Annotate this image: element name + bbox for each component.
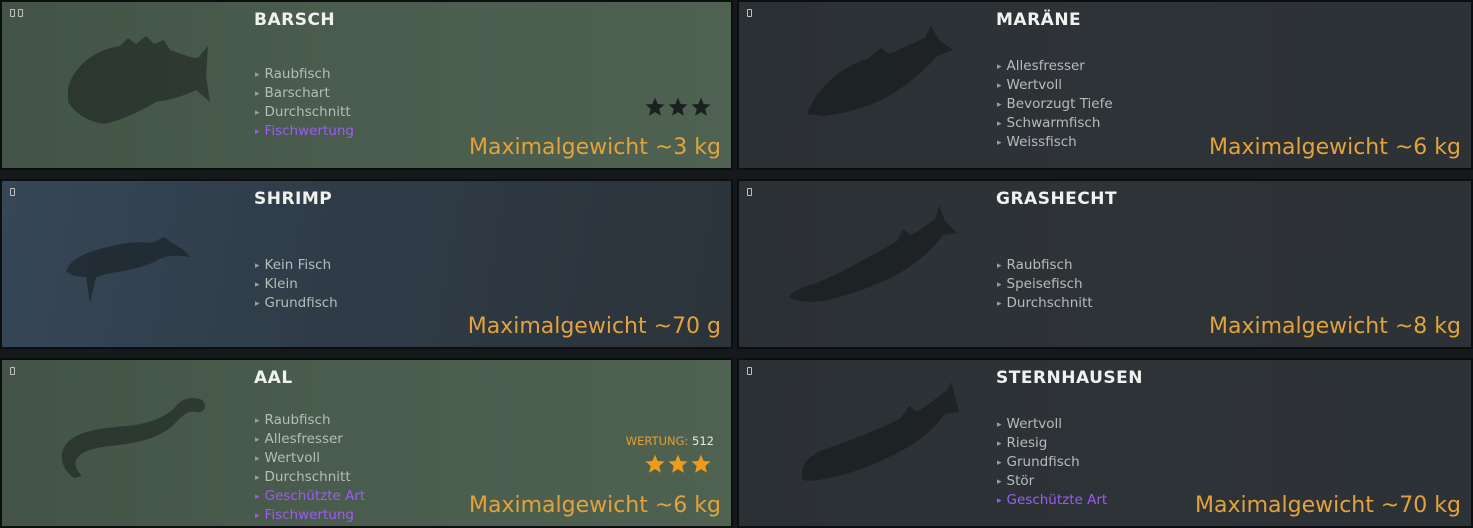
fish-trait-item: Schwarmfisch bbox=[997, 115, 1113, 134]
max-weight: Maximalgewicht ~6 kg bbox=[1208, 135, 1461, 160]
fish-name: MARÄNE bbox=[996, 10, 1082, 30]
fish-trait-item: Raubfisch bbox=[255, 412, 365, 431]
star-rating bbox=[645, 97, 711, 117]
catch-mark-icon bbox=[10, 188, 15, 196]
fish-card-maraene[interactable]: MARÄNE AllesfresserWertvollBevorzugt Tief… bbox=[737, 0, 1473, 170]
max-weight: Maximalgewicht ~3 kg bbox=[468, 135, 721, 160]
fish-traits-list: RaubfischSpeisefischDurchschnitt bbox=[997, 257, 1093, 314]
score-value: 512 bbox=[692, 434, 714, 448]
fish-collection-grid: BARSCHRaubfischBarschartDurchschnittFisc… bbox=[0, 0, 1473, 528]
star-empty-icon bbox=[645, 97, 665, 116]
fish-trait-item: Klein bbox=[255, 276, 338, 295]
fish-trait-item: Raubfisch bbox=[255, 66, 354, 85]
fish-trait-item: Durchschnitt bbox=[255, 104, 354, 123]
fish-trait-item: Bevorzugt Tiefe bbox=[997, 96, 1113, 115]
fish-traits-list: Kein FischKleinGrundfisch bbox=[255, 257, 338, 314]
max-weight: Maximalgewicht ~70 g bbox=[467, 314, 721, 339]
score-label: WERTUNG: bbox=[625, 434, 689, 448]
fish-trait-item: Speisefisch bbox=[997, 276, 1093, 295]
fish-name: BARSCH bbox=[254, 10, 336, 30]
fish-trait-item: Barschart bbox=[255, 85, 354, 104]
fish-trait-item[interactable]: Geschützte Art bbox=[255, 488, 366, 507]
fish-traits-list: WertvollRiesigGrundfischStörGeschützte A… bbox=[997, 416, 1108, 511]
fish-traits-list: RaubfischAllesfresserWertvollDurchschnit… bbox=[255, 412, 366, 526]
fish-trait-item: Wertvoll bbox=[255, 450, 365, 469]
fish-traits-list: RaubfischBarschartDurchschnittFischwertu… bbox=[255, 66, 354, 142]
fish-trait-item: Grundfisch bbox=[255, 295, 338, 314]
fish-score: WERTUNG: 512 bbox=[626, 434, 714, 448]
pike-silhouette-icon bbox=[789, 205, 957, 302]
perch-silhouette-icon bbox=[68, 36, 210, 124]
fish-name: GRASHECHT bbox=[996, 189, 1118, 209]
fish-trait-item: Wertvoll bbox=[997, 77, 1113, 96]
fish-trait-item: Kein Fisch bbox=[255, 257, 338, 276]
fish-trait-item[interactable]: Fischwertung bbox=[255, 123, 354, 142]
fish-card-grashecht[interactable]: GRASHECHT RaubfischSpeisefischDurchschnit… bbox=[737, 179, 1473, 349]
catch-marks bbox=[10, 9, 23, 17]
star-filled-icon bbox=[645, 454, 665, 473]
sturgeon-silhouette-icon bbox=[801, 382, 959, 481]
catch-mark-icon bbox=[747, 367, 752, 375]
catch-marks bbox=[10, 367, 15, 375]
fish-trait-item: Grundfisch bbox=[997, 454, 1107, 473]
catch-mark-icon bbox=[10, 9, 15, 17]
fish-trait-item: Weissfisch bbox=[997, 134, 1113, 153]
catch-mark-icon bbox=[18, 9, 23, 17]
max-weight: Maximalgewicht ~70 kg bbox=[1194, 493, 1461, 518]
catch-mark-icon bbox=[747, 188, 752, 196]
shrimp-silhouette-icon bbox=[66, 237, 190, 303]
fish-trait-item[interactable]: Fischwertung bbox=[255, 507, 365, 526]
star-filled-icon bbox=[691, 454, 711, 473]
catch-marks bbox=[747, 367, 752, 375]
fish-traits-list: AllesfresserWertvollBevorzugt TiefeSchwa… bbox=[997, 58, 1113, 153]
catch-mark-icon bbox=[747, 9, 752, 17]
whitefish-silhouette-icon bbox=[807, 26, 953, 116]
fish-trait-item: Durchschnitt bbox=[255, 469, 365, 488]
star-rating bbox=[645, 454, 711, 474]
fish-trait-item: Allesfresser bbox=[997, 58, 1113, 77]
star-filled-icon bbox=[668, 454, 688, 473]
fish-trait-item: Stör bbox=[997, 473, 1107, 492]
eel-silhouette-icon bbox=[61, 398, 205, 478]
max-weight: Maximalgewicht ~6 kg bbox=[468, 493, 721, 518]
fish-name: STERNHAUSEN bbox=[996, 368, 1144, 388]
catch-marks bbox=[747, 188, 752, 196]
fish-card-aal[interactable]: AAL RaubfischAllesfresserWertvollDurchsch… bbox=[0, 358, 733, 528]
catch-marks bbox=[747, 9, 752, 17]
fish-card-shrimp[interactable]: SHRIMP Kein FischKleinGrundfisch Maximalge… bbox=[0, 179, 733, 349]
star-empty-icon bbox=[691, 97, 711, 116]
fish-name: SHRIMP bbox=[254, 189, 333, 209]
fish-card-sternhausen[interactable]: STERNHAUSEN WertvollRiesigGrundfischStörG… bbox=[737, 358, 1473, 528]
fish-trait-item[interactable]: Geschützte Art bbox=[997, 492, 1108, 511]
fish-trait-item: Durchschnitt bbox=[997, 295, 1093, 314]
fish-trait-item: Riesig bbox=[997, 435, 1107, 454]
fish-card-barsch[interactable]: BARSCH RaubfischBarschartDurchschnittFisc… bbox=[0, 0, 733, 170]
fish-name: AAL bbox=[254, 368, 293, 388]
fish-trait-item: Wertvoll bbox=[997, 416, 1107, 435]
max-weight: Maximalgewicht ~8 kg bbox=[1208, 314, 1461, 339]
star-empty-icon bbox=[668, 97, 688, 116]
catch-mark-icon bbox=[10, 367, 15, 375]
fish-trait-item: Raubfisch bbox=[997, 257, 1093, 276]
fish-trait-item: Allesfresser bbox=[255, 431, 365, 450]
catch-marks bbox=[10, 188, 15, 196]
